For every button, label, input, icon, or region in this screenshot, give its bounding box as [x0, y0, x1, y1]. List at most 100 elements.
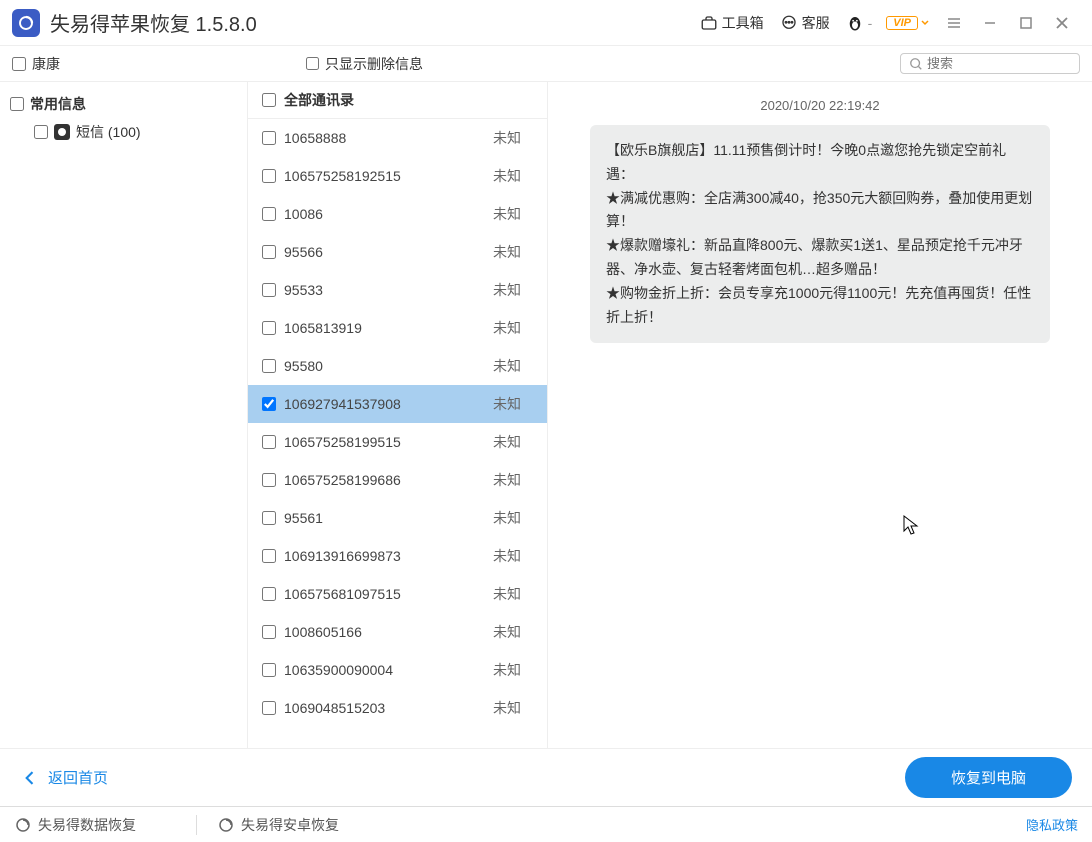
- vip-button[interactable]: VIP: [886, 16, 930, 30]
- deleted-only-checkbox[interactable]: 只显示删除信息: [306, 54, 423, 74]
- search-input[interactable]: [927, 56, 1067, 71]
- filter-bar: 康康 只显示删除信息: [0, 46, 1092, 82]
- cursor-icon: [902, 514, 920, 536]
- close-button[interactable]: [1044, 5, 1080, 41]
- data-recovery-link[interactable]: 失易得数据恢复: [14, 815, 136, 835]
- row-checkbox[interactable]: [262, 359, 276, 373]
- message-detail: 2020/10/20 22:19:42 【欧乐B旗舰店】11.11预售倒计时！今…: [548, 82, 1092, 748]
- row-number: 1008605166: [284, 624, 485, 640]
- search-icon: [909, 57, 923, 71]
- list-rows[interactable]: 10658888未知106575258192515未知10086未知95566未…: [248, 119, 547, 748]
- row-number: 106575258199686: [284, 472, 485, 488]
- list-row[interactable]: 10086 未知: [248, 195, 547, 233]
- row-status: 未知: [493, 660, 533, 680]
- row-checkbox[interactable]: [262, 587, 276, 601]
- row-status: 未知: [493, 584, 533, 604]
- row-checkbox[interactable]: [262, 207, 276, 221]
- privacy-link[interactable]: 隐私政策: [1026, 815, 1078, 834]
- footer-recover: 返回首页 恢复到电脑: [0, 748, 1092, 806]
- row-number: 10086: [284, 206, 485, 222]
- row-number: 95580: [284, 358, 485, 374]
- tree-root-item[interactable]: 常用信息: [10, 90, 237, 118]
- row-status: 未知: [493, 698, 533, 718]
- back-arrow-icon: [20, 768, 40, 788]
- message-bubble: 【欧乐B旗舰店】11.11预售倒计时！今晚0点邀您抢先锁定空前礼遇： ★满减优惠…: [590, 125, 1050, 343]
- row-checkbox[interactable]: [262, 435, 276, 449]
- menu-button[interactable]: [936, 5, 972, 41]
- row-status: 未知: [493, 280, 533, 300]
- minimize-button[interactable]: [972, 5, 1008, 41]
- list-row[interactable]: 1008605166 未知: [248, 613, 547, 651]
- row-status: 未知: [493, 242, 533, 262]
- row-status: 未知: [493, 432, 533, 452]
- list-row[interactable]: 95533未知: [248, 271, 547, 309]
- penguin-icon: [846, 14, 864, 32]
- row-checkbox[interactable]: [262, 511, 276, 525]
- back-button[interactable]: 返回首页: [20, 767, 108, 788]
- row-checkbox[interactable]: [262, 169, 276, 183]
- android-recovery-link[interactable]: 失易得安卓恢复: [217, 815, 339, 835]
- qq-button[interactable]: -: [846, 14, 873, 32]
- refresh-icon: [217, 816, 235, 834]
- list-row[interactable]: 106927941537908 未知: [248, 385, 547, 423]
- tree-sms-item[interactable]: 短信 (100): [10, 118, 237, 146]
- list-header[interactable]: 全部通讯录: [248, 82, 547, 119]
- list-row[interactable]: 95561 未知: [248, 499, 547, 537]
- row-checkbox[interactable]: [262, 131, 276, 145]
- row-status: 未知: [493, 128, 533, 148]
- list-row[interactable]: 106575258199515 未知: [248, 423, 547, 461]
- list-row[interactable]: 106575681097515 未知: [248, 575, 547, 613]
- row-checkbox[interactable]: [262, 397, 276, 411]
- row-status: 未知: [493, 622, 533, 642]
- row-checkbox[interactable]: [262, 245, 276, 259]
- list-row[interactable]: 1065813919未知: [248, 309, 547, 347]
- list-row[interactable]: 106575258192515 未知: [248, 157, 547, 195]
- minimize-icon: [983, 16, 997, 30]
- support-button[interactable]: 客服: [780, 13, 830, 33]
- main-area: 常用信息 短信 (100) 全部通讯录 10658888未知1065752581…: [0, 82, 1092, 748]
- chevron-down-icon: [920, 18, 930, 28]
- close-icon: [1055, 16, 1069, 30]
- row-number: 95561: [284, 510, 485, 526]
- row-checkbox[interactable]: [262, 549, 276, 563]
- list-row[interactable]: 106575258199686未知: [248, 461, 547, 499]
- toolbox-button[interactable]: 工具箱: [700, 13, 764, 33]
- search-box[interactable]: [900, 53, 1080, 74]
- row-checkbox[interactable]: [262, 283, 276, 297]
- row-status: 未知: [493, 204, 533, 224]
- recover-button[interactable]: 恢复到电脑: [905, 757, 1072, 798]
- list-row[interactable]: 1069048515203 未知: [248, 689, 547, 727]
- list-row[interactable]: 10658888未知: [248, 119, 547, 157]
- divider: [196, 815, 197, 835]
- row-checkbox[interactable]: [262, 663, 276, 677]
- row-number: 1065813919: [284, 320, 485, 336]
- row-number: 10635900090004: [284, 662, 485, 678]
- left-tree: 常用信息 短信 (100): [0, 82, 248, 748]
- name-filter-checkbox[interactable]: 康康: [12, 54, 60, 74]
- row-status: 未知: [493, 356, 533, 376]
- row-number: 106575258192515: [284, 168, 485, 184]
- row-number: 106575681097515: [284, 586, 485, 602]
- row-checkbox[interactable]: [262, 701, 276, 715]
- chat-icon: [780, 14, 798, 32]
- row-number: 106575258199515: [284, 434, 485, 450]
- list-row[interactable]: 106913916699873未知: [248, 537, 547, 575]
- list-row[interactable]: 10635900090004 未知: [248, 651, 547, 689]
- list-row[interactable]: 95566未知: [248, 233, 547, 271]
- row-status: 未知: [493, 508, 533, 528]
- row-number: 106913916699873: [284, 548, 485, 564]
- sms-icon: [54, 124, 70, 140]
- app-logo-icon: [12, 9, 40, 37]
- row-checkbox[interactable]: [262, 625, 276, 639]
- row-status: 未知: [493, 166, 533, 186]
- row-number: 1069048515203: [284, 700, 485, 716]
- row-checkbox[interactable]: [262, 473, 276, 487]
- hamburger-icon: [947, 16, 961, 30]
- maximize-button[interactable]: [1008, 5, 1044, 41]
- row-status: 未知: [493, 394, 533, 414]
- list-row[interactable]: 95580 未知: [248, 347, 547, 385]
- row-checkbox[interactable]: [262, 321, 276, 335]
- maximize-icon: [1019, 16, 1033, 30]
- title-bar: 失易得苹果恢复 1.5.8.0 工具箱 客服 - VIP: [0, 0, 1092, 46]
- row-number: 106927941537908: [284, 396, 485, 412]
